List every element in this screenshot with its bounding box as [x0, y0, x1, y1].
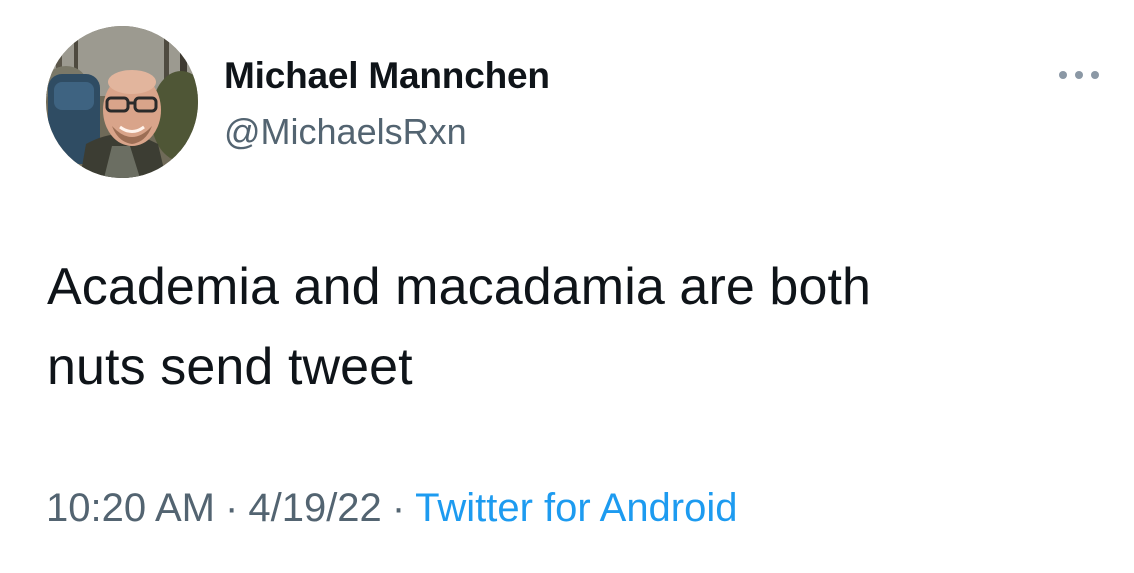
avatar-photo [46, 26, 198, 178]
tweet-text: Academia and macadamia are both nuts sen… [47, 247, 1067, 407]
more-options-button[interactable] [1054, 60, 1108, 90]
tweet-text-line: nuts send tweet [47, 338, 413, 396]
tweet-text-line: Academia and macadamia are both [47, 258, 872, 316]
author-block[interactable]: Michael Mannchen @MichaelsRxn [224, 54, 550, 154]
author-handle[interactable]: @MichaelsRxn [224, 110, 550, 154]
tweet-time[interactable]: 10:20 AM [46, 486, 215, 530]
separator-dot: · [225, 486, 239, 530]
tweet-metadata: 10:20 AM · 4/19/22 · Twitter for Android [46, 482, 738, 534]
ellipsis-icon [1059, 71, 1099, 79]
tweet-card: Michael Mannchen @MichaelsRxn Academia a… [0, 0, 1134, 573]
tweet-date[interactable]: 4/19/22 [248, 486, 381, 530]
tweet-source-link[interactable]: Twitter for Android [415, 486, 737, 530]
avatar[interactable] [46, 26, 198, 178]
separator-dot: · [391, 486, 406, 530]
author-display-name[interactable]: Michael Mannchen [224, 54, 550, 98]
